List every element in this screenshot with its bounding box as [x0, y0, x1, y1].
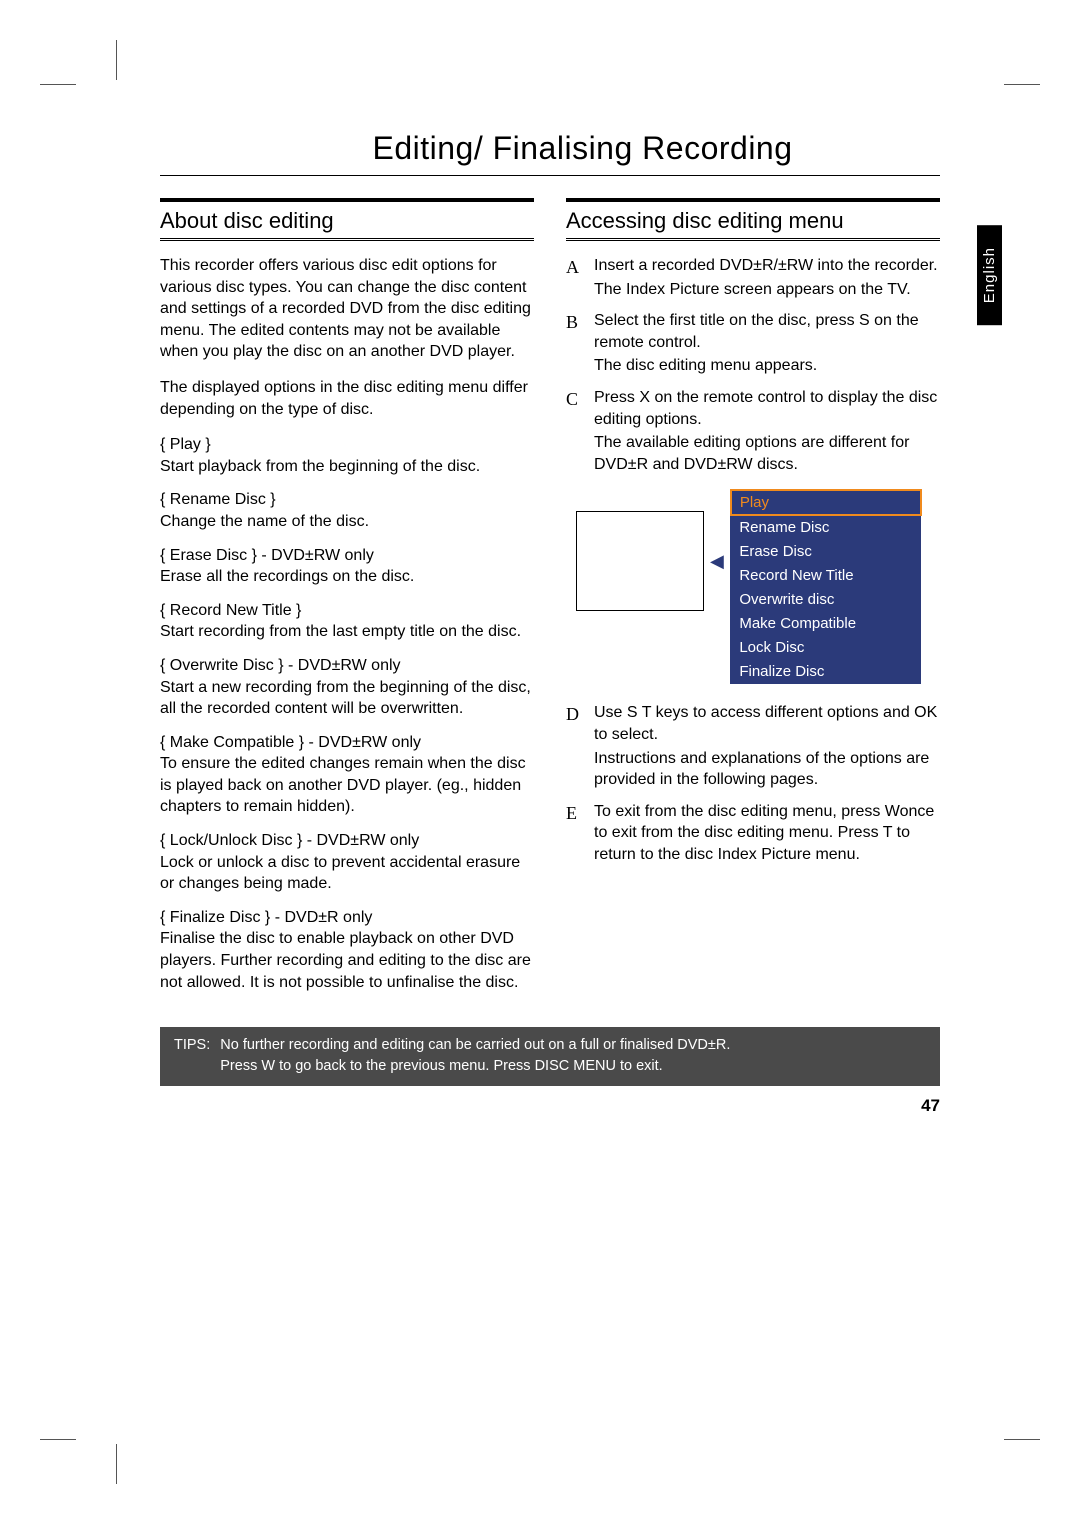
- step-sub: The disc editing menu appears.: [594, 355, 940, 377]
- step-e: E To exit from the disc editing menu, pr…: [566, 801, 940, 866]
- step-marker: C: [566, 387, 584, 475]
- menu-item-rename: Rename Disc: [731, 515, 921, 540]
- term-rename: { Rename Disc } Change the name of the d…: [160, 489, 534, 532]
- menu-item-make-compatible: Make Compatible: [731, 612, 921, 636]
- step-text: Insert a recorded DVD±R/±RW into the rec…: [594, 257, 938, 274]
- menu-item-erase: Erase Disc: [731, 540, 921, 564]
- step-text: Press X on the remote control to display…: [594, 389, 937, 428]
- step-marker: E: [566, 801, 584, 866]
- term-title: { Play }: [160, 434, 534, 456]
- term-make-compatible: { Make Compatible } - DVD±RW only To ens…: [160, 732, 534, 818]
- menu-item-play: Play: [731, 490, 921, 515]
- two-column-layout: About disc editing This recorder offers …: [160, 198, 940, 1005]
- term-finalize: { Finalize Disc } - DVD±R only Finalise …: [160, 907, 534, 993]
- menu-item-record-new: Record New Title: [731, 564, 921, 588]
- step-text: Select the first title on the disc, pres…: [594, 312, 919, 351]
- step-sub: Instructions and explanations of the opt…: [594, 748, 940, 791]
- step-marker: B: [566, 310, 584, 377]
- term-title: { Make Compatible } - DVD±RW only: [160, 732, 534, 754]
- tips-line1: No further recording and editing can be …: [220, 1037, 730, 1053]
- term-lock: { Lock/Unlock Disc } - DVD±RW only Lock …: [160, 830, 534, 895]
- right-column: Accessing disc editing menu A Insert a r…: [566, 198, 940, 1005]
- left-arrow-icon: ◀: [710, 551, 724, 572]
- term-desc: Erase all the recordings on the disc.: [160, 568, 414, 585]
- term-desc: Start recording from the last empty titl…: [160, 623, 521, 640]
- term-desc: Start playback from the beginning of the…: [160, 458, 480, 475]
- language-tab: English: [977, 225, 1002, 325]
- term-title: { Erase Disc } - DVD±RW only: [160, 545, 534, 567]
- step-b: B Select the first title on the disc, pr…: [566, 310, 940, 377]
- step-marker: A: [566, 255, 584, 300]
- page-number: 47: [115, 1096, 940, 1116]
- step-sub: The Index Picture screen appears on the …: [594, 279, 940, 301]
- term-desc: Start a new recording from the beginning…: [160, 679, 531, 718]
- term-title: { Record New Title }: [160, 600, 534, 622]
- step-a: A Insert a recorded DVD±R/±RW into the r…: [566, 255, 940, 300]
- menu-item-lock: Lock Disc: [731, 636, 921, 660]
- intro-paragraph: This recorder offers various disc edit o…: [160, 255, 534, 363]
- crop-mark: [116, 1444, 117, 1484]
- section-heading-about: About disc editing: [160, 198, 534, 241]
- left-column: About disc editing This recorder offers …: [160, 198, 534, 1005]
- term-record-new: { Record New Title } Start recording fro…: [160, 600, 534, 643]
- step-text: To exit from the disc editing menu, pres…: [594, 803, 934, 863]
- tips-label: TIPS:: [174, 1035, 210, 1076]
- term-play: { Play } Start playback from the beginni…: [160, 434, 534, 477]
- step-c: C Press X on the remote control to displ…: [566, 387, 940, 475]
- tips-line2: Press W to go back to the previous menu.…: [220, 1058, 662, 1074]
- step-marker: D: [566, 702, 584, 790]
- manual-page: English Editing/ Finalising Recording Ab…: [0, 0, 1080, 1524]
- menu-item-finalize: Finalize Disc: [731, 660, 921, 684]
- crop-mark: [40, 1439, 76, 1440]
- page-title: Editing/ Finalising Recording: [155, 130, 1010, 167]
- crop-mark: [1004, 84, 1040, 85]
- term-title: { Rename Disc }: [160, 489, 534, 511]
- term-erase: { Erase Disc } - DVD±RW only Erase all t…: [160, 545, 534, 588]
- term-desc: Change the name of the disc.: [160, 513, 369, 530]
- title-rule: [160, 175, 940, 176]
- step-sub: The available editing options are differ…: [594, 432, 940, 475]
- crop-mark: [40, 84, 76, 85]
- preview-thumbnail: [576, 511, 704, 611]
- term-title: { Finalize Disc } - DVD±R only: [160, 907, 534, 929]
- term-title: { Lock/Unlock Disc } - DVD±RW only: [160, 830, 534, 852]
- section-heading-accessing: Accessing disc editing menu: [566, 198, 940, 241]
- tips-box: TIPS: No further recording and editing c…: [160, 1027, 940, 1086]
- term-desc: Finalise the disc to enable playback on …: [160, 930, 531, 990]
- intro-paragraph: The displayed options in the disc editin…: [160, 377, 534, 420]
- crop-mark: [1004, 1439, 1040, 1440]
- crop-mark: [116, 40, 117, 80]
- menu-item-overwrite: Overwrite disc: [731, 588, 921, 612]
- step-d: D Use S T keys to access different optio…: [566, 702, 940, 790]
- disc-menu-figure: ◀ Play Rename Disc Erase Disc Record New…: [576, 489, 940, 684]
- disc-edit-menu: Play Rename Disc Erase Disc Record New T…: [730, 489, 922, 684]
- term-desc: To ensure the edited changes remain when…: [160, 755, 526, 815]
- term-title: { Overwrite Disc } - DVD±RW only: [160, 655, 534, 677]
- term-overwrite: { Overwrite Disc } - DVD±RW only Start a…: [160, 655, 534, 720]
- tips-body: No further recording and editing can be …: [220, 1035, 730, 1076]
- step-text: Use S T keys to access different options…: [594, 704, 937, 743]
- term-desc: Lock or unlock a disc to prevent acciden…: [160, 854, 520, 893]
